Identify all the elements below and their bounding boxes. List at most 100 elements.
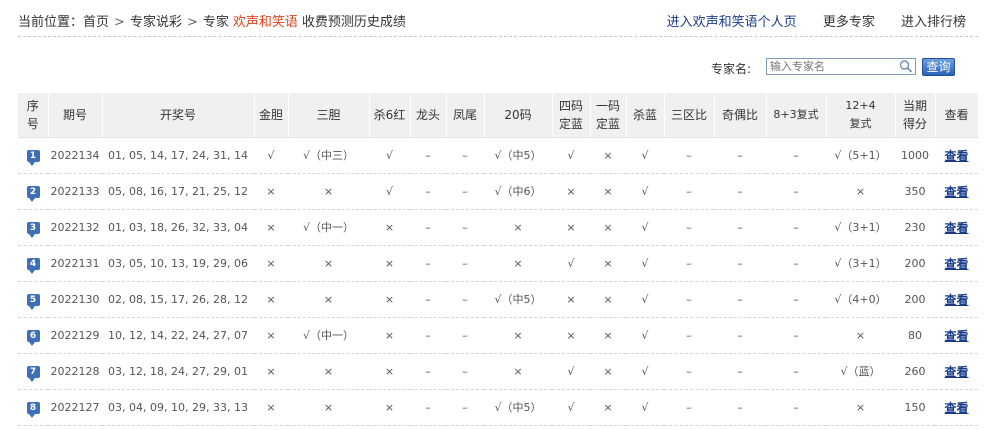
prediction-cell: – <box>446 389 484 426</box>
prediction-cell: × <box>369 389 410 426</box>
view-link[interactable]: 查看 <box>944 149 968 163</box>
breadcrumb-home-link[interactable]: 首页 <box>83 11 109 30</box>
prediction-cell: – <box>446 353 484 390</box>
prediction-cell: – <box>664 137 714 174</box>
prediction-cell: – <box>410 137 446 174</box>
rank-badge-icon: 7 <box>26 366 40 382</box>
view-link[interactable]: 查看 <box>944 293 968 307</box>
prediction-cell: – <box>714 173 766 210</box>
prediction-cell: × <box>254 317 288 354</box>
view-cell: 查看 <box>935 209 978 246</box>
table-header-row: 序号 期号 开奖号 金胆 三胆 杀6红 龙头 凤尾 20码 四码定蓝 一码定蓝 … <box>18 93 979 138</box>
prediction-cell: × <box>369 317 410 354</box>
prediction-cell: √ <box>254 137 288 174</box>
prediction-cell: – <box>766 173 826 210</box>
issue-cell: 2022127 <box>48 389 102 426</box>
prediction-cell: √ <box>626 137 664 174</box>
prediction-cell: – <box>446 317 484 354</box>
column-header: 20码 <box>484 93 553 138</box>
prediction-cell: × <box>369 209 410 246</box>
search-button[interactable]: 查询 <box>922 58 955 76</box>
prediction-cell: – <box>410 245 446 282</box>
prediction-cell: × <box>590 173 626 210</box>
prediction-cell: × <box>826 389 895 426</box>
prediction-cell: – <box>766 137 826 174</box>
prediction-cell: – <box>714 281 766 318</box>
view-link[interactable]: 查看 <box>944 221 968 235</box>
prediction-cell: × <box>288 245 369 282</box>
more-experts-link[interactable]: 更多专家 <box>823 15 875 30</box>
issue-cell: 2022130 <box>48 281 102 318</box>
view-cell: 查看 <box>935 245 978 282</box>
prediction-cell: – <box>766 281 826 318</box>
prediction-cell: √（中6） <box>484 173 552 210</box>
prediction-cell: × <box>484 245 552 282</box>
column-header: 当期得分 <box>895 93 936 138</box>
ranking-link[interactable]: 进入排行榜 <box>901 15 966 30</box>
draw-numbers-cell: 05, 08, 16, 17, 21, 25, 12 <box>102 173 254 210</box>
prediction-cell: √（中一） <box>288 317 369 354</box>
column-header: 四码定蓝 <box>552 93 591 138</box>
breadcrumb-page: 收费预测历史成绩 <box>301 15 406 30</box>
view-link[interactable]: 查看 <box>944 401 968 415</box>
column-header: 查看 <box>935 93 979 138</box>
view-link[interactable]: 查看 <box>944 329 968 343</box>
prediction-cell: × <box>288 389 369 426</box>
table-row: 4 2022131 03, 05, 10, 13, 19, 29, 06 × × × – – ×… <box>18 245 978 282</box>
rank-badge-icon: 3 <box>26 222 40 238</box>
expert-personal-page-link[interactable]: 进入欢声和笑语个人页 <box>667 15 797 30</box>
prediction-cell: – <box>766 353 826 390</box>
issue-cell: 2022132 <box>48 209 102 246</box>
search-icon[interactable] <box>898 59 914 74</box>
score-cell: 1000 <box>895 137 935 174</box>
prediction-cell: – <box>664 389 714 426</box>
prediction-cell: × <box>590 353 626 390</box>
prediction-cell: × <box>288 281 369 318</box>
prediction-cell: – <box>446 281 484 318</box>
breadcrumb-section-link[interactable]: 专家说彩 <box>130 11 182 30</box>
score-cell: 230 <box>895 209 935 246</box>
prediction-cell: × <box>369 353 410 390</box>
prediction-cell: √ <box>552 137 590 174</box>
breadcrumb-separator: > <box>186 15 198 30</box>
prediction-cell: – <box>766 389 826 426</box>
prediction-cell: √（中5） <box>484 281 552 318</box>
prediction-cell: √（蓝） <box>826 353 895 390</box>
prediction-cell: × <box>254 389 288 426</box>
table-row: 3 2022132 01, 03, 18, 26, 32, 33, 04 × √（中一）… <box>18 209 978 246</box>
expert-search-input[interactable] <box>766 58 916 75</box>
prediction-cell: √ <box>626 389 664 426</box>
column-header: 三胆 <box>288 93 370 138</box>
prediction-cell: √ <box>626 173 664 210</box>
table-row: 8 2022127 03, 04, 09, 10, 29, 33, 13 × × × – – √… <box>18 389 978 426</box>
prediction-cell: – <box>664 281 714 318</box>
prediction-cell: √ <box>626 245 664 282</box>
prediction-cell: × <box>484 209 552 246</box>
prediction-cell: × <box>369 281 410 318</box>
score-cell: 200 <box>895 281 935 318</box>
table-row: 5 2022130 02, 08, 15, 17, 26, 28, 12 × × × – – √… <box>18 281 978 318</box>
view-cell: 查看 <box>935 173 978 210</box>
column-header: 三区比 <box>664 93 715 138</box>
table-row: 1 2022134 01, 05, 14, 17, 24, 31, 14 √ √（中三）… <box>18 137 978 174</box>
prediction-cell: √（中5） <box>484 389 552 426</box>
table-row: 2 2022133 05, 08, 16, 17, 21, 25, 12 × × √ – – √… <box>18 173 978 210</box>
prediction-cell: √（3+1） <box>826 245 895 282</box>
view-cell: 查看 <box>935 137 978 174</box>
draw-numbers-cell: 02, 08, 15, 17, 26, 28, 12 <box>102 281 254 318</box>
view-link[interactable]: 查看 <box>944 185 968 199</box>
prediction-cell: – <box>446 173 484 210</box>
view-link[interactable]: 查看 <box>944 365 968 379</box>
prediction-cell: × <box>552 281 590 318</box>
prediction-cell: × <box>484 317 552 354</box>
breadcrumb: 当前位置：首页 > 专家说彩 > 专家 欢声和笑语 收费预测历史成绩 <box>18 11 406 30</box>
prediction-cell: √ <box>369 173 410 210</box>
rank-cell: 2 <box>18 173 48 210</box>
prediction-cell: – <box>664 245 714 282</box>
prediction-cell: × <box>288 353 369 390</box>
view-link[interactable]: 查看 <box>944 257 968 271</box>
prediction-cell: × <box>552 209 590 246</box>
prediction-cell: × <box>590 317 626 354</box>
prediction-cell: √ <box>552 389 590 426</box>
rank-cell: 5 <box>18 281 48 318</box>
